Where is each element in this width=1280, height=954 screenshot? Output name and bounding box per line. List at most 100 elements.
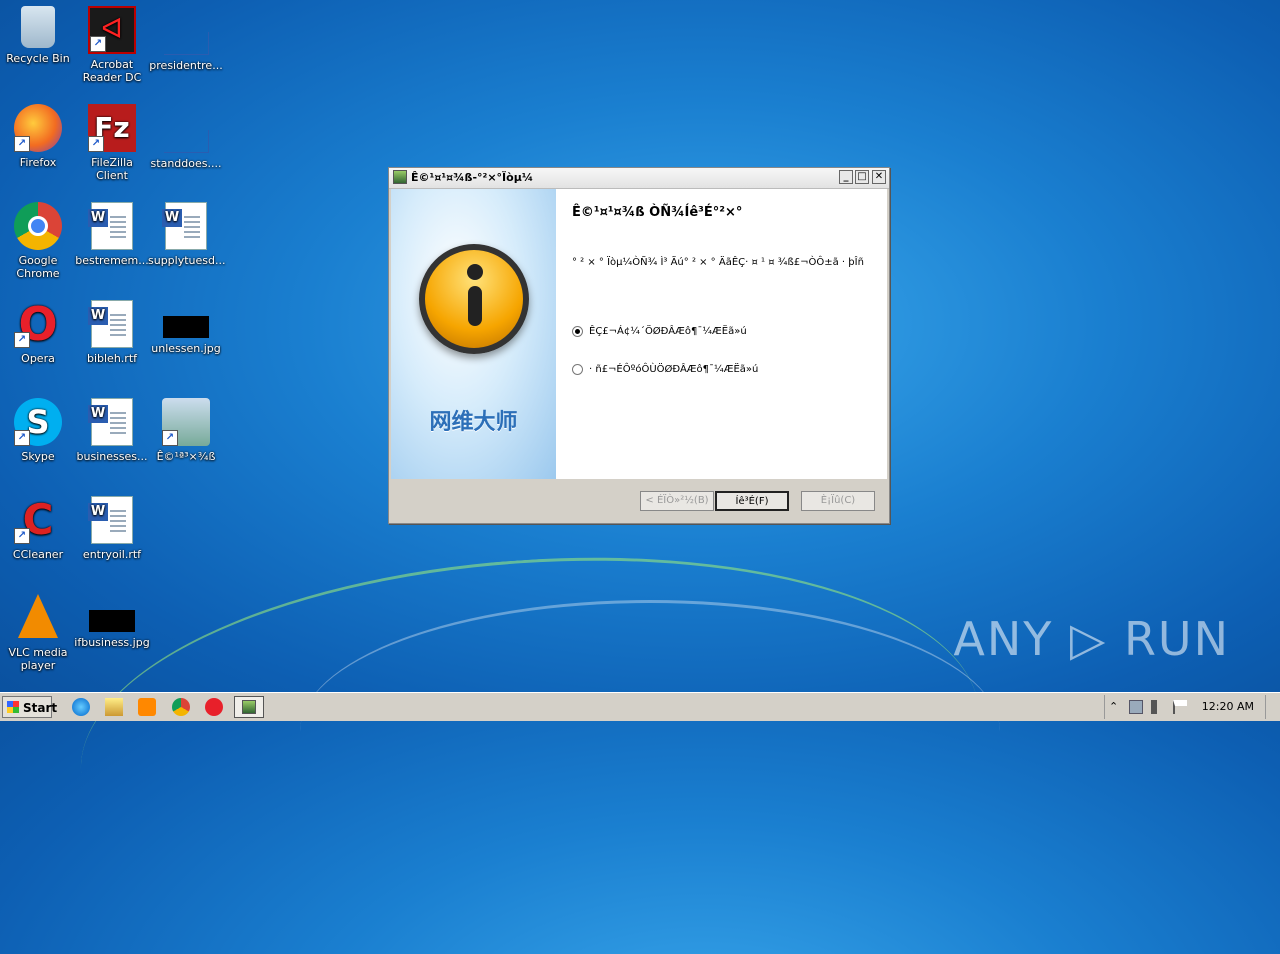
wizard-description: ° ² × ° Ïòµ¼ÒÑ¾­ Ì³ Ãú° ² × ° ÄãÊÇ· ¤ ¹ …	[572, 257, 864, 268]
word-doc-icon: W	[88, 300, 133, 348]
desktop-icon-installer[interactable]: ↗ Ê©¹ª³×¾ß	[148, 398, 224, 463]
tray-expand-icon[interactable]: ⌃	[1109, 700, 1123, 714]
windows-flag-icon	[7, 701, 19, 713]
anyrun-watermark: ANY ▷ RUN	[953, 612, 1230, 666]
desktop-icon-doc[interactable]: W entryoil.rtf	[74, 496, 150, 561]
shortcut-arrow-icon: ↗	[14, 528, 30, 544]
brand-text: 网维大师	[429, 410, 518, 435]
wallpaper-swoosh	[300, 600, 1000, 863]
show-desktop-button[interactable]	[1265, 695, 1280, 719]
desktop-icon-doc[interactable]: W bestremem...	[74, 202, 150, 267]
desktop-icon-filezilla[interactable]: Fz ↗ FileZilla Client	[74, 104, 150, 182]
finish-button[interactable]: Íê³É(F)	[715, 491, 789, 511]
app-icon	[393, 170, 407, 184]
icon-label: businesses...	[76, 450, 148, 463]
firefox-icon: ↗	[14, 104, 62, 152]
radio-label: · ñ£¬ÉÔºóÔÙÖØÐÂÆô¶¯¼ÆËã»ú	[589, 364, 759, 375]
word-doc-icon: W	[88, 202, 133, 250]
volume-icon[interactable]	[1151, 700, 1165, 714]
dialog-title: Ê©¹¤¹¤¾ß-°²×°Ïòµ¼	[411, 171, 534, 184]
taskbar-active-setup[interactable]	[234, 696, 264, 718]
icon-label: Skype	[21, 450, 55, 463]
wizard-banner: 网维大师	[391, 189, 556, 479]
shortcut-arrow-icon: ↗	[14, 430, 30, 446]
file-icon	[163, 32, 209, 55]
desktop-icon-skype[interactable]: S ↗ Skype	[0, 398, 76, 463]
desktop-icon-opera[interactable]: O ↗ Opera	[0, 300, 76, 365]
icon-label: supplytuesd...	[148, 254, 226, 267]
close-button[interactable]: ✕	[872, 170, 886, 184]
internet-explorer-icon[interactable]	[72, 698, 90, 716]
chrome-icon[interactable]	[172, 698, 190, 716]
desktop-icon-ccleaner[interactable]: C ↗ CCleaner	[0, 496, 76, 562]
media-player-icon[interactable]	[138, 698, 156, 716]
system-tray: ⌃ 12:20 AM	[1104, 695, 1280, 719]
shortcut-arrow-icon: ↗	[90, 36, 106, 52]
taskbar: Start ⌃ 12:20 AM	[0, 692, 1280, 721]
clock[interactable]: 12:20 AM	[1202, 700, 1254, 713]
desktop-icon-vlc[interactable]: VLC media player	[0, 594, 76, 672]
icon-label: Ê©¹ª³×¾ß	[156, 450, 216, 463]
desktop-icon-doc[interactable]: W businesses...	[74, 398, 150, 463]
image-thumbnail-icon	[89, 610, 135, 632]
dialog-titlebar[interactable]: Ê©¹¤¹¤¾ß-°²×°Ïòµ¼ _ □ ✕	[389, 168, 889, 189]
icon-label: CCleaner	[12, 548, 64, 561]
desktop-icon-file[interactable]: standdoes....	[148, 104, 224, 170]
recycle-bin-icon	[21, 6, 55, 48]
setup-app-icon	[242, 700, 256, 714]
icon-label: Firefox	[19, 156, 57, 169]
icon-label: presidentre...	[149, 59, 223, 72]
radio-restart-later[interactable]: · ñ£¬ÉÔºóÔÙÖØÐÂÆô¶¯¼ÆËã»ú	[572, 364, 758, 375]
opera-icon: O ↗	[14, 300, 62, 348]
network-icon[interactable]	[1129, 700, 1143, 714]
cancel-button[interactable]: È¡Ïû(C)	[801, 491, 875, 511]
desktop-icon-doc[interactable]: W supplytuesd...	[148, 202, 226, 267]
desktop-icon-image[interactable]: unlessen.jpg	[148, 300, 224, 355]
shortcut-arrow-icon: ↗	[162, 430, 178, 446]
desktop-icon-acrobat[interactable]: ᐊ ↗ Acrobat Reader DC	[74, 6, 150, 84]
shortcut-arrow-icon: ↗	[88, 136, 104, 152]
chrome-icon	[14, 202, 62, 250]
desktop-icon-firefox[interactable]: ↗ Firefox	[0, 104, 76, 169]
desktop-icon-file[interactable]: presidentre...	[148, 6, 224, 72]
icon-label: Google Chrome	[16, 254, 60, 280]
icon-label: entryoil.rtf	[82, 548, 142, 561]
info-icon	[419, 244, 529, 354]
radio-label: ÊÇ£¬Á¢¼´ÖØÐÂÆô¶¯¼ÆËã»ú	[589, 326, 747, 337]
word-doc-icon: W	[88, 496, 133, 544]
image-thumbnail-icon	[163, 316, 209, 338]
shortcut-arrow-icon: ↗	[14, 136, 30, 152]
shortcut-arrow-icon: ↗	[14, 332, 30, 348]
vlc-icon	[18, 594, 58, 638]
desktop-icon-recycle-bin[interactable]: Recycle Bin	[0, 6, 76, 65]
icon-label: unlessen.jpg	[151, 342, 221, 355]
opera-icon[interactable]	[205, 698, 223, 716]
icon-label: Acrobat Reader DC	[82, 58, 142, 84]
filezilla-icon: Fz ↗	[88, 104, 136, 152]
desktop-icon-chrome[interactable]: Google Chrome	[0, 202, 76, 280]
skype-icon: S ↗	[14, 398, 62, 446]
setup-wizard-dialog: Ê©¹¤¹¤¾ß-°²×°Ïòµ¼ _ □ ✕ 网维大师 Ê©¹¤¹¤¾ß ÒÑ…	[388, 167, 890, 524]
icon-label: Recycle Bin	[6, 52, 70, 65]
explorer-folder-icon[interactable]	[105, 698, 123, 716]
radio-button-selected[interactable]	[572, 326, 583, 337]
icon-label: bibleh.rtf	[86, 352, 138, 365]
installer-icon: ↗	[162, 398, 210, 446]
wizard-heading: Ê©¹¤¹¤¾ß ÒÑ¾­Íê³É°²×°	[572, 205, 743, 220]
maximize-button[interactable]: □	[855, 170, 869, 184]
back-button[interactable]: < ÉÏÒ»²½(B)	[640, 491, 714, 511]
icon-label: bestremem...	[75, 254, 149, 267]
file-icon	[163, 130, 209, 153]
radio-restart-now[interactable]: ÊÇ£¬Á¢¼´ÖØÐÂÆô¶¯¼ÆËã»ú	[572, 326, 747, 337]
radio-button[interactable]	[572, 364, 583, 375]
word-doc-icon: W	[88, 398, 133, 446]
desktop-icon-doc[interactable]: W bibleh.rtf	[74, 300, 150, 365]
icon-label: standdoes....	[150, 157, 222, 170]
start-button[interactable]: Start	[2, 696, 57, 718]
icon-label: VLC media player	[8, 646, 68, 672]
acrobat-icon: ᐊ ↗	[88, 6, 136, 54]
desktop-icon-image[interactable]: ifbusiness.jpg	[74, 594, 150, 649]
minimize-button[interactable]: _	[839, 170, 853, 184]
start-label: Start	[23, 701, 58, 715]
action-center-flag-icon[interactable]	[1173, 700, 1187, 714]
